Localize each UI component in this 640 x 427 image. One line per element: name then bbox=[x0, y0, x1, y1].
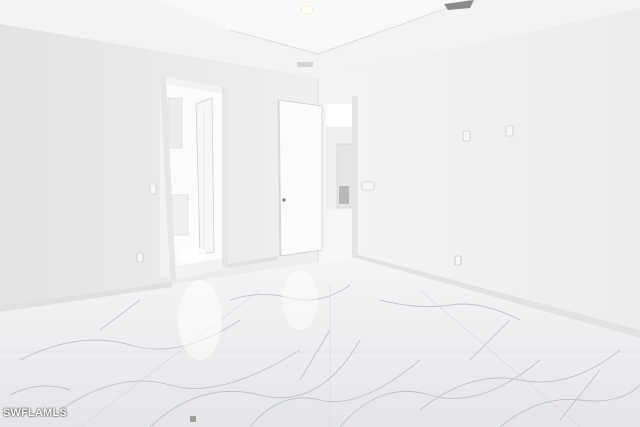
floor-reflection bbox=[178, 247, 206, 263]
floor-mark bbox=[190, 416, 196, 422]
watermark-text: SWFLAMLS bbox=[3, 407, 67, 419]
hallway-appliance bbox=[339, 186, 349, 204]
vanity-cabinet bbox=[171, 194, 189, 236]
hallway-floor bbox=[322, 208, 356, 262]
door-casing bbox=[222, 86, 228, 268]
door-knob bbox=[282, 198, 286, 202]
light-switch bbox=[149, 183, 157, 195]
bedroom-photo: SWFLAMLS bbox=[0, 0, 640, 427]
bathroom-mirror bbox=[167, 97, 183, 149]
room-illustration bbox=[0, 0, 640, 427]
door-casing bbox=[352, 96, 358, 258]
floor-reflection bbox=[178, 280, 222, 360]
wall-outlet bbox=[454, 255, 462, 266]
recessed-light bbox=[300, 5, 314, 15]
thermostat bbox=[361, 181, 375, 191]
bedroom-door-open bbox=[277, 99, 323, 257]
floor-reflection bbox=[282, 270, 318, 330]
wall-switch bbox=[462, 130, 471, 142]
smoke-detector bbox=[297, 62, 313, 67]
wall-switch bbox=[505, 125, 514, 137]
wall-outlet bbox=[136, 252, 144, 263]
hallway-ceiling bbox=[326, 104, 354, 126]
